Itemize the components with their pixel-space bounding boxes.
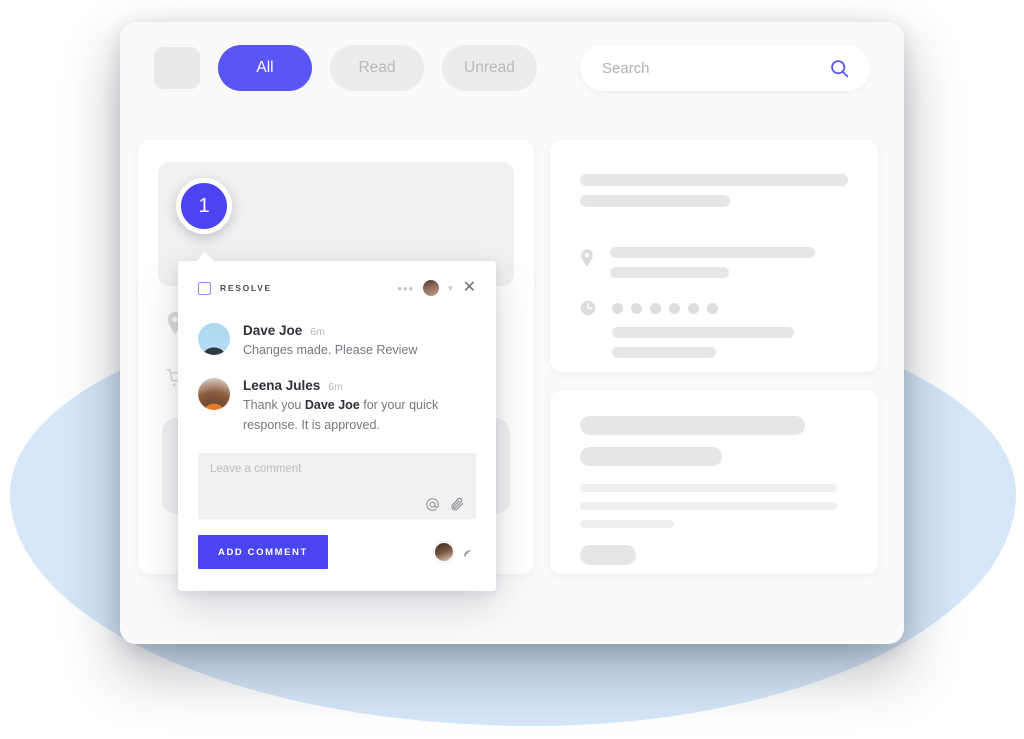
filter-tab-read-label: Read	[358, 59, 396, 76]
filter-tab-read[interactable]: Read	[330, 45, 424, 91]
skeleton-line	[580, 520, 674, 528]
comment-marker-number: 1	[198, 194, 210, 217]
skeleton-line	[580, 416, 806, 435]
close-icon[interactable]: ✕	[463, 280, 476, 296]
popup-header: RESOLVE ••• ▾ ✕	[198, 279, 476, 297]
current-user-avatar[interactable]	[434, 542, 454, 563]
chevron-down-icon[interactable]: ▾	[448, 283, 453, 294]
filter-tab-unread-label: Unread	[464, 59, 515, 76]
skeleton-line	[610, 247, 815, 258]
comment-item: Dave Joe 6m Changes made. Please Review	[198, 323, 476, 360]
skeleton-line	[610, 267, 729, 278]
dot-indicator	[707, 302, 718, 314]
location-row	[580, 247, 848, 278]
popup-footer: ADD COMMENT	[198, 535, 476, 570]
skeleton-line	[580, 447, 723, 466]
location-pin-icon	[580, 249, 594, 267]
broadcast-icon[interactable]	[462, 545, 476, 559]
toolbar: All Read Unread	[120, 22, 904, 114]
right-column	[550, 140, 878, 644]
popup-footer-actions	[434, 542, 476, 563]
comment-timestamp: 6m	[310, 326, 325, 338]
dot-indicator	[650, 302, 661, 314]
dot-indicator	[612, 302, 623, 314]
resolve-checkbox[interactable]	[198, 281, 211, 295]
popup-tail	[195, 252, 215, 262]
skeleton-line	[612, 347, 716, 358]
dot-indicator	[669, 302, 680, 314]
filter-tab-all-label: All	[256, 59, 274, 76]
skeleton-line	[580, 174, 848, 186]
dave-joe-avatar	[198, 323, 230, 355]
comment-popup: RESOLVE ••• ▾ ✕ Dave Joe 6m Changes made…	[178, 252, 496, 592]
search-input[interactable]	[602, 59, 829, 77]
search-icon[interactable]	[829, 58, 850, 79]
add-comment-button[interactable]: ADD COMMENT	[198, 535, 328, 570]
comment-text: Changes made. Please Review	[243, 341, 476, 360]
comment-composer[interactable]: Leave a comment	[198, 453, 476, 520]
comment-mention: Dave Joe	[304, 398, 360, 413]
paperclip-icon[interactable]	[450, 497, 465, 512]
comment-text-pre: Thank you	[243, 398, 305, 413]
filter-tab-all[interactable]: All	[218, 45, 312, 91]
skeleton-line	[580, 502, 838, 510]
composer-tools	[425, 497, 465, 512]
skeleton-line	[580, 195, 731, 207]
search-box[interactable]	[580, 45, 870, 91]
skeleton-button	[580, 545, 637, 565]
right-bottom-card	[550, 390, 878, 574]
comment-timestamp: 6m	[328, 381, 343, 394]
more-options-icon[interactable]: •••	[397, 282, 414, 295]
dot-indicator-group	[612, 300, 848, 316]
comment-text: Thank you Dave Joe for your quick respon…	[243, 396, 476, 435]
comment-composer-placeholder: Leave a comment	[210, 463, 302, 476]
clock-icon	[580, 300, 596, 316]
resolve-label: RESOLVE	[220, 283, 272, 293]
dot-indicator	[631, 302, 642, 314]
comment-item: Leena Jules 6m Thank you Dave Joe for yo…	[198, 378, 476, 435]
filter-tab-unread[interactable]: Unread	[442, 45, 537, 91]
comment-marker[interactable]: 1	[176, 178, 232, 234]
comment-text-pre: Changes made. Please Review	[243, 343, 418, 357]
at-mention-icon[interactable]	[425, 497, 440, 512]
assignee-avatar[interactable]	[422, 279, 441, 297]
skeleton-line	[580, 484, 838, 492]
right-top-card	[550, 140, 878, 372]
leena-jules-avatar	[198, 378, 230, 411]
logo-placeholder	[154, 47, 200, 89]
dot-indicator	[688, 302, 699, 314]
skeleton-line	[612, 327, 794, 338]
comment-author: Dave Joe	[243, 323, 303, 338]
comment-author: Leena Jules	[243, 378, 321, 394]
time-row	[580, 300, 848, 358]
popup-header-actions: ••• ▾ ✕	[397, 279, 476, 297]
